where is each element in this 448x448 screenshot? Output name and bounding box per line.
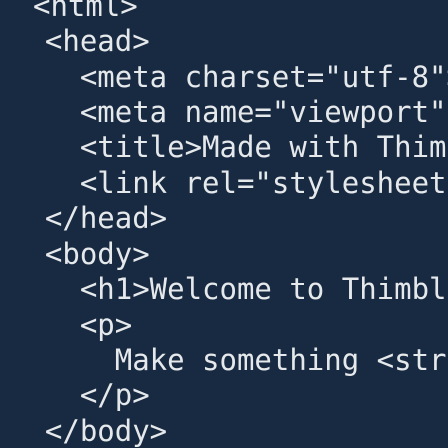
code-editor[interactable]: <html> <head> <meta charset="utf-8"> <me… (0, 0, 448, 448)
code-line-5: <title>Made with Thimble</title> (79, 130, 448, 164)
code-line-13: </body> (10, 414, 168, 448)
code-line-9: <h1>Welcome to Thimble</h1> (79, 272, 448, 306)
code-line-10: <p> (10, 308, 133, 342)
code-line-8: <body> (10, 237, 150, 271)
code-line-11: Make something <strong>amazing</strong> (114, 343, 448, 377)
code-line-7: </head> (10, 201, 168, 235)
code-line-2: <head> (10, 24, 150, 58)
code-line-4: <meta name="viewport" content="width=dev… (79, 95, 447, 129)
code-line-12: </p> (10, 378, 150, 412)
code-line-6: <link rel="stylesheet" href="style.css"> (79, 166, 448, 200)
code-line-3: <meta charset="utf-8"> (10, 60, 448, 94)
